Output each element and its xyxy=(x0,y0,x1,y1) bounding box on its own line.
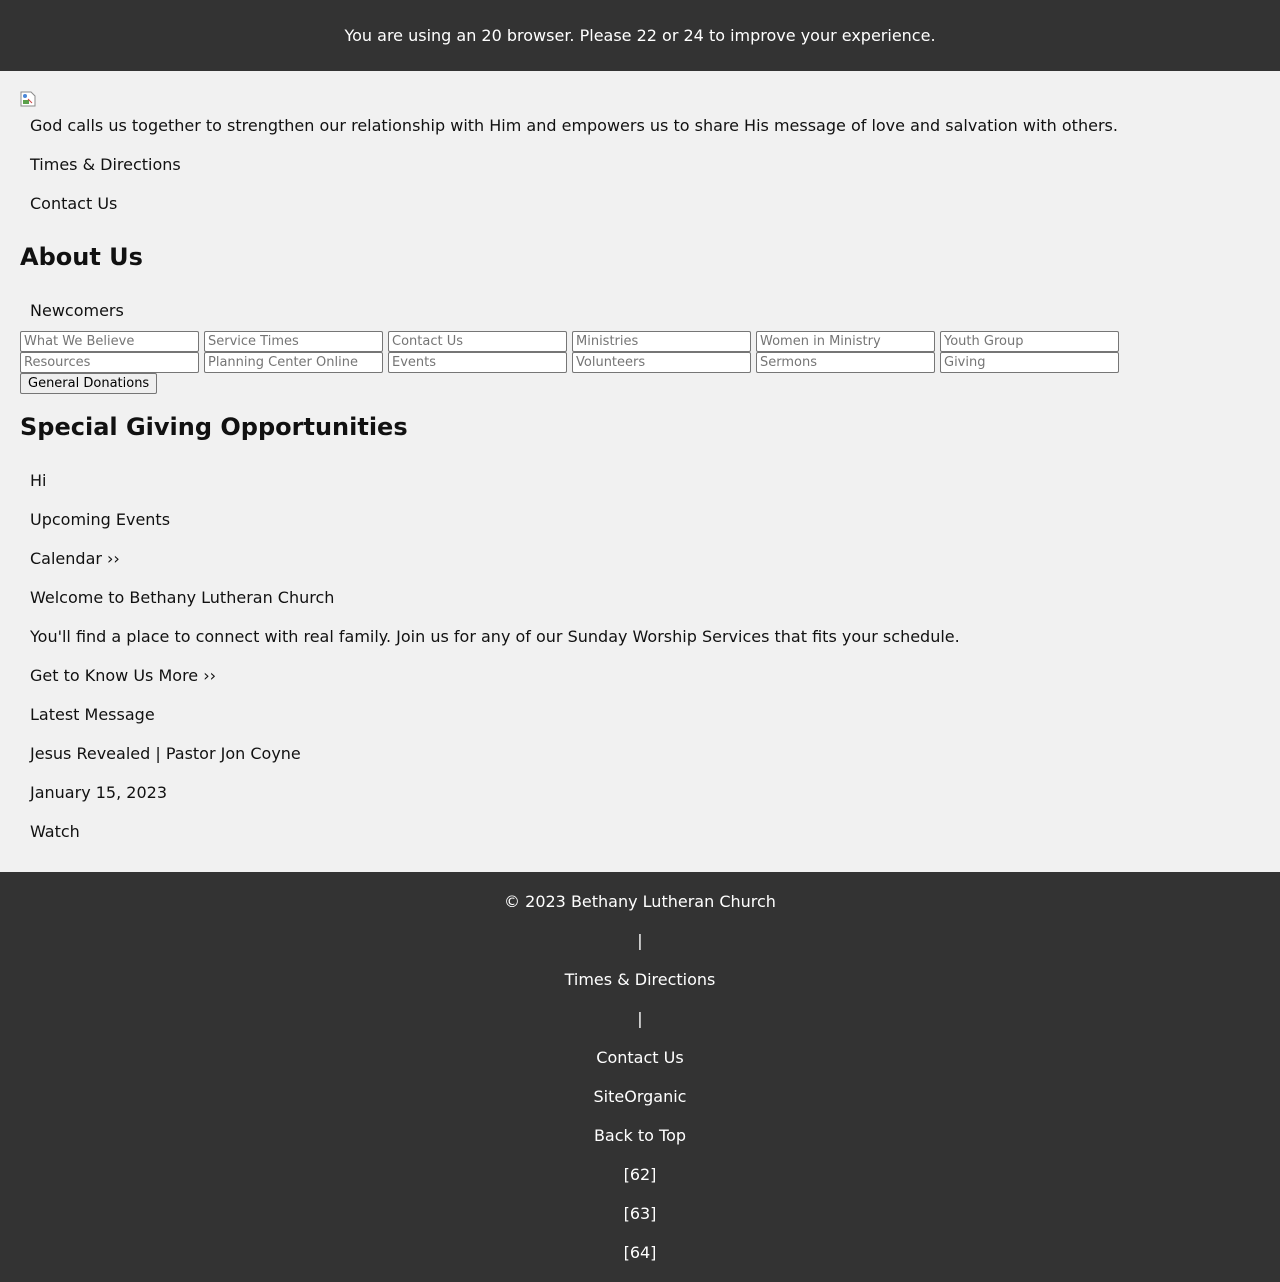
footer-reference-63: [63] xyxy=(623,1204,657,1223)
footer-reference-64: [64] xyxy=(623,1243,657,1262)
menu-input-events[interactable] xyxy=(388,352,567,373)
menu-input-resources[interactable] xyxy=(20,352,199,373)
latest-message-heading: Latest Message xyxy=(30,705,155,724)
menu-input-what-we-believe[interactable] xyxy=(20,331,199,352)
tagline: God calls us together to strengthen our … xyxy=(30,116,1118,135)
broken-image-icon xyxy=(20,91,36,107)
menu-input-youth-group[interactable] xyxy=(940,331,1119,352)
footer-separator: | xyxy=(637,1009,643,1028)
footer-reference-62: [62] xyxy=(623,1165,657,1184)
special-giving-heading: Special Giving Opportunities xyxy=(20,413,408,441)
greeting-text: Hi xyxy=(30,471,47,490)
menu-input-women-in-ministry[interactable] xyxy=(756,331,935,352)
footer-separator: | xyxy=(637,931,643,950)
welcome-title: Welcome to Bethany Lutheran Church xyxy=(30,588,335,607)
browser-notice-bar: You are using an 20 browser. Please 22 o… xyxy=(0,0,1280,71)
upcoming-events-heading: Upcoming Events xyxy=(30,510,171,529)
menu-input-contact-us[interactable] xyxy=(388,331,567,352)
calendar-link[interactable]: Calendar ›› xyxy=(30,549,120,569)
main-content: God calls us together to strengthen our … xyxy=(0,71,1280,872)
watch-link[interactable]: Watch xyxy=(30,822,80,842)
footer-contact-us-link[interactable]: Contact Us xyxy=(0,1048,1280,1068)
sermon-title[interactable]: Jesus Revealed | Pastor Jon Coyne xyxy=(30,744,301,764)
footer-times-directions-link[interactable]: Times & Directions xyxy=(0,970,1280,990)
footer-copyright: © 2023 Bethany Lutheran Church xyxy=(504,892,776,911)
footer-back-to-top-link[interactable]: Back to Top xyxy=(0,1126,1280,1146)
menu-input-planning-center-online[interactable] xyxy=(204,352,383,373)
contact-us-link[interactable]: Contact Us xyxy=(30,194,117,214)
welcome-text: You'll find a place to connect with real… xyxy=(30,627,960,646)
newcomers-link[interactable]: Newcomers xyxy=(30,301,124,321)
footer: © 2023 Bethany Lutheran Church | Times &… xyxy=(0,872,1280,1282)
sermon-date: January 15, 2023 xyxy=(30,783,167,802)
general-donations-button[interactable]: General Donations xyxy=(20,373,158,394)
footer-siteorganic-link[interactable]: SiteOrganic xyxy=(0,1087,1280,1107)
menu-input-service-times[interactable] xyxy=(204,331,383,352)
times-directions-link[interactable]: Times & Directions xyxy=(30,155,181,175)
menu-input-sermons[interactable] xyxy=(756,352,935,373)
about-us-heading: About Us xyxy=(20,243,143,271)
menu-input-ministries[interactable] xyxy=(572,331,751,352)
get-to-know-us-link[interactable]: Get to Know Us More ›› xyxy=(30,666,216,686)
menu-input-volunteers[interactable] xyxy=(572,352,751,373)
browser-notice-text: You are using an 20 browser. Please 22 o… xyxy=(344,26,936,45)
menu-input-giving[interactable] xyxy=(940,352,1119,373)
